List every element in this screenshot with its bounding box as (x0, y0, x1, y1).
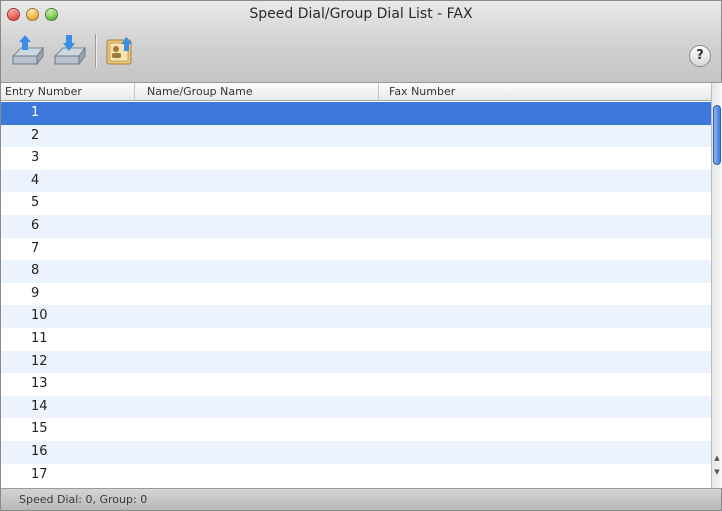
toolbar (11, 31, 146, 71)
name-cell (147, 351, 377, 374)
help-button[interactable]: ? (689, 45, 711, 67)
name-cell (147, 170, 377, 193)
column-header-name[interactable]: Name/Group Name (135, 83, 379, 101)
fax-upload-icon (11, 35, 44, 66)
fax-number-cell (389, 192, 699, 215)
fax-number-cell (389, 238, 699, 261)
fax-number-cell (389, 418, 699, 441)
entry-number-cell: 10 (31, 308, 48, 324)
name-cell (147, 464, 377, 487)
table-row[interactable]: 1 (1, 102, 711, 125)
table-row[interactable]: 4 (1, 169, 711, 193)
fax-speed-dial-window: Speed Dial/Group Dial List - FAX ? Entry… (0, 0, 722, 511)
table-row[interactable]: 9 (1, 282, 711, 306)
import-address-book-button[interactable] (104, 34, 138, 68)
entry-number-cell: 12 (31, 353, 48, 369)
toolbar-separator (95, 34, 96, 68)
entry-number-cell: 13 (31, 376, 48, 392)
fax-number-cell (389, 147, 699, 170)
table-row[interactable]: 14 (1, 395, 711, 419)
fax-number-cell (389, 125, 699, 148)
table-row[interactable]: 17 (1, 463, 711, 487)
status-text: Speed Dial: 0, Group: 0 (19, 493, 148, 506)
table-row[interactable]: 2 (1, 124, 711, 148)
entry-number-cell: 8 (31, 263, 40, 279)
column-header-fax-number[interactable]: Fax Number (379, 83, 711, 101)
entry-number-cell: 15 (31, 421, 48, 437)
name-cell (147, 260, 377, 283)
fax-download-icon (53, 35, 86, 66)
fax-number-cell (389, 351, 699, 374)
name-cell (147, 102, 377, 125)
fax-number-cell (389, 305, 699, 328)
name-cell (147, 441, 377, 464)
fax-number-cell (389, 215, 699, 238)
fax-number-cell (389, 260, 699, 283)
speed-dial-list: 1 2 3 4 5 6 7 8 9 10 11 12 13 14 15 16 17 (1, 102, 711, 488)
name-cell (147, 373, 377, 396)
name-cell (147, 328, 377, 351)
entry-number-cell: 3 (31, 150, 40, 166)
entry-number-cell: 2 (31, 127, 40, 143)
scroll-thumb[interactable] (713, 105, 721, 165)
fax-number-cell (389, 373, 699, 396)
window-title: Speed Dial/Group Dial List - FAX (249, 6, 473, 22)
table-row[interactable]: 10 (1, 305, 711, 328)
table-row[interactable]: 8 (1, 260, 711, 283)
entry-number-cell: 1 (31, 105, 40, 120)
vertical-scrollbar[interactable]: ▲ ▼ (711, 83, 722, 488)
name-cell (147, 147, 377, 170)
entry-number-cell: 17 (31, 466, 48, 482)
entry-number-cell: 16 (31, 443, 48, 459)
table-row[interactable]: 7 (1, 237, 711, 261)
fax-number-cell (389, 170, 699, 193)
fax-number-cell (389, 283, 699, 306)
fax-number-cell (389, 464, 699, 487)
table-row[interactable]: 3 (1, 147, 711, 170)
name-cell (147, 396, 377, 419)
table-row[interactable]: 13 (1, 373, 711, 396)
name-cell (147, 418, 377, 441)
fax-number-cell (389, 396, 699, 419)
entry-number-cell: 4 (31, 172, 40, 188)
name-cell (147, 305, 377, 328)
name-cell (147, 215, 377, 238)
status-bar: Speed Dial: 0, Group: 0 (1, 488, 721, 510)
upload-to-fax-button[interactable] (11, 34, 45, 68)
fax-number-cell (389, 102, 699, 125)
entry-number-cell: 11 (31, 330, 48, 346)
scroll-up-arrow-icon[interactable]: ▲ (713, 453, 721, 463)
table-header: Entry Number Name/Group Name Fax Number (1, 83, 711, 101)
table-row[interactable]: 6 (1, 214, 711, 238)
table-row[interactable]: 16 (1, 440, 711, 464)
column-header-entry-number[interactable]: Entry Number (1, 83, 135, 101)
name-cell (147, 238, 377, 261)
name-cell (147, 125, 377, 148)
fax-number-cell (389, 441, 699, 464)
titlebar: Speed Dial/Group Dial List - FAX ? (1, 1, 721, 83)
entry-number-cell: 5 (31, 195, 40, 211)
download-from-fax-button[interactable] (53, 34, 87, 68)
entry-number-cell: 7 (31, 240, 40, 256)
fax-number-cell (389, 328, 699, 351)
entry-number-cell: 6 (31, 217, 40, 233)
name-cell (147, 283, 377, 306)
table-row[interactable]: 5 (1, 192, 711, 215)
entry-number-cell: 14 (31, 398, 48, 414)
entry-number-cell: 9 (31, 285, 40, 301)
table-row[interactable]: 11 (1, 327, 711, 351)
table-row[interactable]: 15 (1, 418, 711, 441)
table-row[interactable]: 12 (1, 350, 711, 374)
scroll-down-arrow-icon[interactable]: ▼ (713, 467, 721, 477)
name-cell (147, 192, 377, 215)
address-book-import-icon (106, 37, 132, 65)
